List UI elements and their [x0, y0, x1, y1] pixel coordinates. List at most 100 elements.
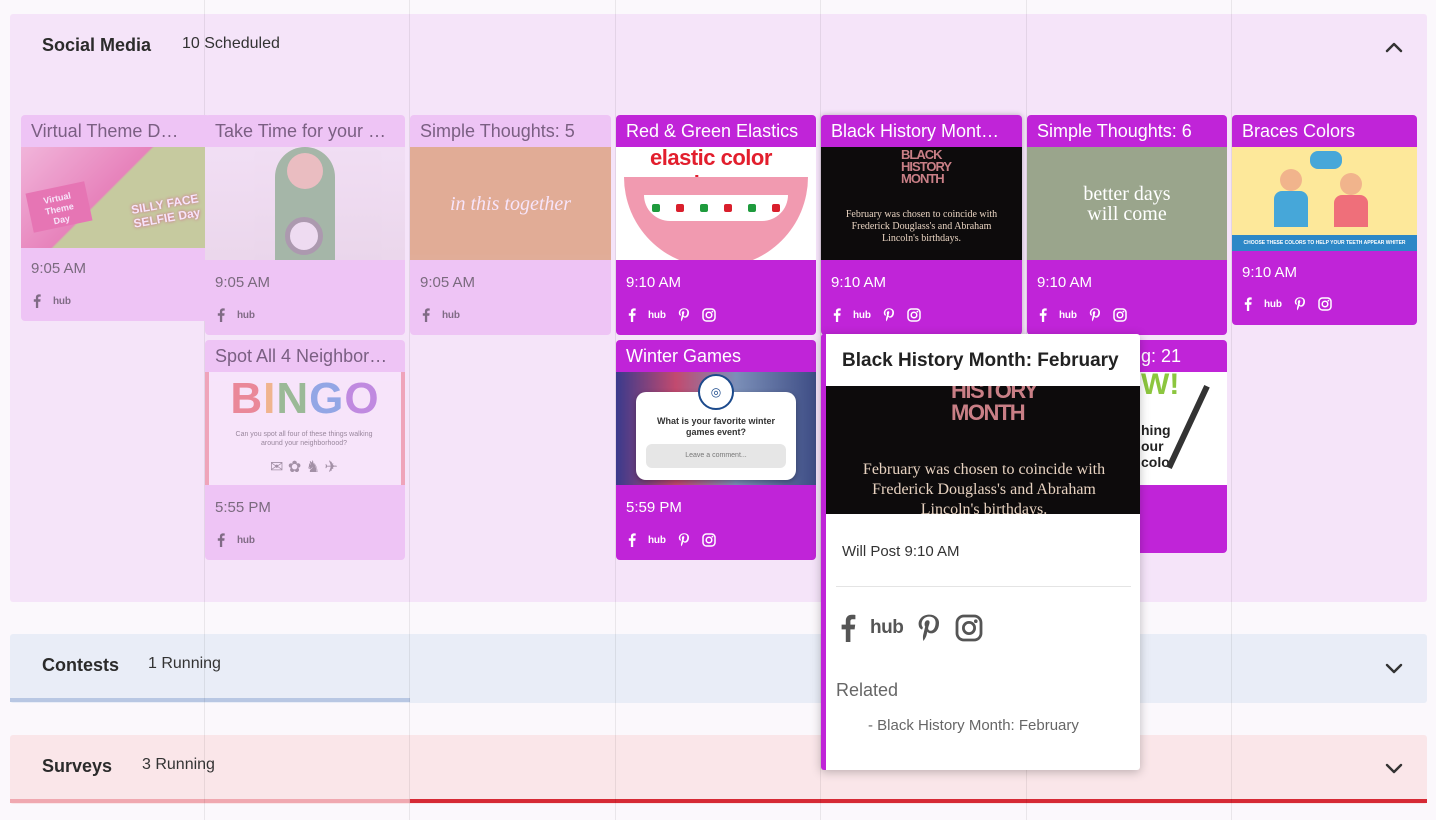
contest-timeline-bar[interactable] — [10, 698, 410, 702]
post-card-networks: hub — [410, 291, 611, 335]
post-card-time: 5:59 PM — [626, 499, 682, 516]
post-card-winter-games[interactable]: Winter Games ◎ What is your favorite win… — [616, 340, 816, 560]
post-card-time: 9:05 AM — [215, 274, 271, 291]
post-card-time: 9:10 AM — [1037, 274, 1093, 291]
post-card-networks: hub — [205, 516, 405, 560]
post-card-title: Winter Games — [626, 346, 742, 366]
popover-related-item[interactable]: - Black History Month: February — [868, 717, 1079, 734]
facebook-icon — [217, 533, 225, 547]
chevron-down-icon[interactable] — [1381, 755, 1407, 781]
post-card-title: Black History Mont… — [831, 121, 1000, 141]
chevron-down-icon[interactable] — [1381, 655, 1407, 681]
post-card-image: better days will come — [1027, 147, 1227, 260]
post-card-simple-thoughts-6[interactable]: Simple Thoughts: 6 better days will come… — [1027, 115, 1227, 335]
post-card-image: in this together — [410, 147, 611, 260]
post-card-simple-thoughts-5[interactable]: Simple Thoughts: 5 in this together 9:05… — [410, 115, 611, 335]
post-card-networks: hub — [21, 277, 210, 321]
post-card-networks: hub — [205, 291, 405, 335]
survey-timeline-bar-past[interactable] — [10, 799, 410, 803]
facebook-icon — [217, 308, 225, 322]
facebook-icon — [833, 308, 841, 322]
post-card-red-green-elastics[interactable]: Red & Green Elastics elastic color combo… — [616, 115, 816, 335]
post-card-title: Simple Thoughts: 6 — [1037, 121, 1192, 141]
post-card-time: 9:10 AM — [626, 274, 682, 291]
hub-icon[interactable]: hub — [870, 617, 904, 639]
hub-icon: hub — [237, 534, 255, 546]
post-card-time: 5:55 PM — [215, 499, 271, 516]
post-card-image — [205, 147, 405, 260]
contests-section: Contests 1 Running — [10, 634, 1427, 703]
post-card-networks: hub — [1232, 281, 1417, 325]
hub-icon: hub — [853, 309, 871, 321]
facebook-icon[interactable] — [840, 614, 856, 642]
facebook-icon — [1039, 308, 1047, 322]
pinterest-icon — [678, 308, 689, 322]
popover-post-time: Will Post 9:10 AM — [842, 543, 960, 560]
facebook-icon — [422, 308, 430, 322]
pinterest-icon — [1089, 308, 1100, 322]
surveys-section: Surveys 3 Running — [10, 735, 1427, 804]
post-card-image-text: CHOOSE THESE COLORS TO HELP YOUR TEETH A… — [1232, 235, 1417, 251]
post-card-title: Simple Thoughts: 5 — [420, 121, 575, 141]
post-card-title: Braces Colors — [1242, 121, 1356, 141]
hub-icon: hub — [1059, 309, 1077, 321]
post-detail-popover: Black History Month: February HISTORY MO… — [821, 334, 1140, 770]
facebook-icon — [628, 308, 636, 322]
popover-divider — [836, 586, 1131, 587]
post-card-networks: hub — [821, 291, 1022, 335]
pinterest-icon — [678, 533, 689, 547]
facebook-icon — [628, 533, 636, 547]
surveys-count: 3 Running — [142, 756, 215, 773]
hub-icon: hub — [648, 534, 666, 546]
post-card-image: Virtual Theme Day SILLY FACE SELFIE Day — [21, 147, 210, 248]
post-card-title: Spot All 4 Neighbor… — [215, 346, 388, 366]
social-media-count: 10 Scheduled — [182, 35, 280, 52]
hub-icon: hub — [442, 309, 460, 321]
post-card-time: 9:10 AM — [831, 274, 887, 291]
post-card-spot-all-4[interactable]: Spot All 4 Neighbor… BINGO Can you spot … — [205, 340, 405, 560]
post-card-image: ◎ What is your favorite winter games eve… — [616, 372, 816, 485]
chevron-up-icon[interactable] — [1381, 34, 1407, 60]
survey-timeline-bar[interactable] — [410, 799, 1427, 803]
facebook-icon — [33, 294, 41, 308]
instagram-icon[interactable] — [955, 614, 983, 642]
post-card-image-text: better days will come — [1083, 182, 1171, 225]
post-card-image: elastic color combo: — [616, 147, 816, 260]
popover-related-label: Related — [836, 680, 899, 700]
post-card-time: 9:10 AM — [1242, 264, 1298, 281]
popover-image-heading: HISTORY MONTH — [951, 386, 1038, 425]
pinterest-icon[interactable] — [917, 614, 941, 642]
contests-count: 1 Running — [148, 655, 221, 672]
post-card-take-time[interactable]: Take Time for your … 9:05 AM hub — [205, 115, 405, 335]
popover-image-body: February was chosen to coincide with Fre… — [862, 461, 1106, 514]
post-card-virtual-theme-day[interactable]: Virtual Theme D… Virtual Theme Day SILLY F… — [21, 115, 210, 321]
instagram-icon — [1112, 308, 1127, 322]
facebook-icon — [1244, 297, 1252, 311]
surveys-title: Surveys — [42, 756, 113, 776]
hub-icon: hub — [237, 309, 255, 321]
instagram-icon — [701, 308, 716, 322]
post-card-title: Take Time for your … — [215, 121, 387, 141]
post-card-image: CHOOSE THESE COLORS TO HELP YOUR TEETH A… — [1232, 147, 1417, 251]
post-card-time: 9:05 AM — [420, 274, 476, 291]
hub-icon: hub — [53, 295, 71, 307]
popover-title: Black History Month: February — [842, 350, 1119, 371]
post-card-networks: hub — [616, 516, 816, 560]
instagram-icon — [906, 308, 921, 322]
instagram-icon — [1317, 297, 1332, 311]
post-card-title: Red & Green Elastics — [626, 121, 799, 141]
contests-title: Contests — [42, 655, 120, 675]
instagram-icon — [701, 533, 716, 547]
post-card-image-text: in this together — [449, 192, 572, 215]
post-card-image: BLACK HISTORY MONTH February was chosen to… — [821, 147, 1022, 260]
post-card-black-history-month[interactable]: Black History Mont… BLACK HISTORY MONTH Fe… — [821, 115, 1022, 335]
hub-icon: hub — [1264, 298, 1282, 310]
pinterest-icon — [883, 308, 894, 322]
post-card-time: 9:05 AM — [31, 260, 87, 277]
pinterest-icon — [1294, 297, 1305, 311]
post-card-braces-colors[interactable]: Braces Colors CHOOSE THESE COLORS TO HEL… — [1232, 115, 1417, 325]
post-card-title: Virtual Theme D… — [31, 121, 179, 141]
popover-networks: hub — [840, 614, 983, 642]
post-card-networks: hub — [616, 291, 816, 335]
social-media-title: Social Media — [42, 35, 152, 55]
